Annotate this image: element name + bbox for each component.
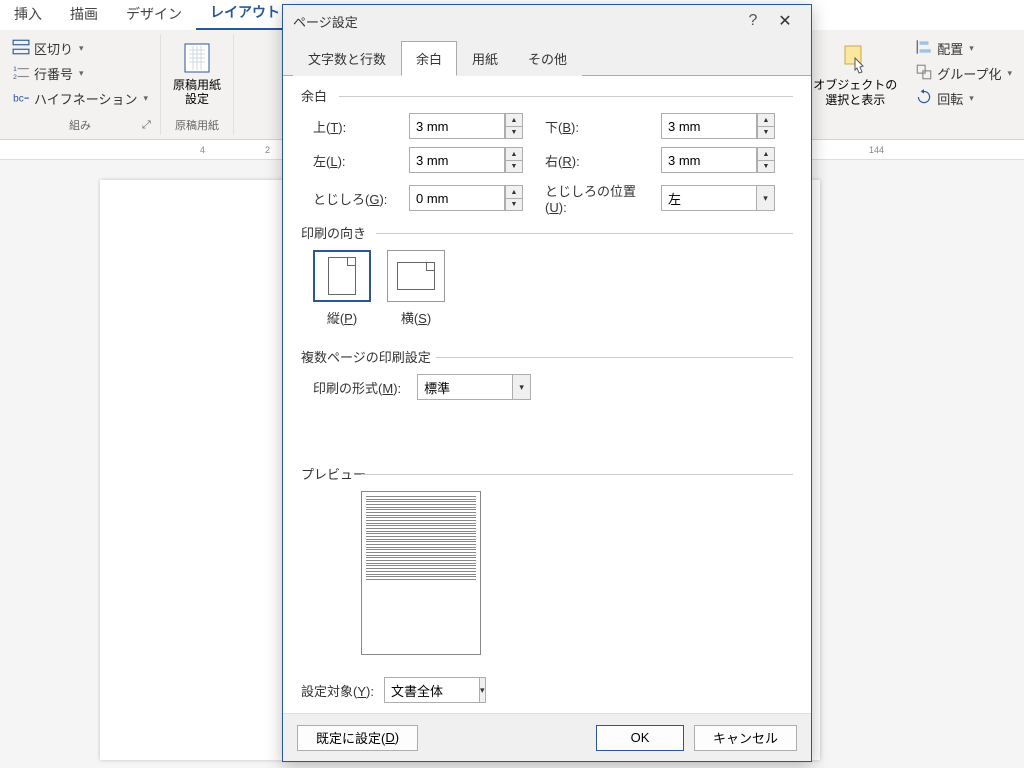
- margin-top-input[interactable]: [409, 113, 505, 139]
- breaks-button[interactable]: 区切り▾: [8, 36, 152, 61]
- tab-other[interactable]: その他: [513, 41, 582, 76]
- margin-left-label: 左(L):: [313, 151, 403, 170]
- hyphenation-icon: bc: [12, 88, 30, 109]
- margin-right-field[interactable]: ▲▼: [661, 147, 791, 173]
- chevron-down-icon[interactable]: ▾: [480, 677, 486, 703]
- align-icon: [915, 38, 933, 59]
- spin-up-icon[interactable]: ▲: [505, 147, 523, 160]
- gutter-pos-select[interactable]: ▾: [661, 185, 791, 211]
- margins-legend: 余白: [301, 86, 793, 105]
- line-numbers-button[interactable]: 12 行番号▾: [8, 61, 152, 86]
- page-setup-dialog: ページ設定 ? ✕ 文字数と行数 余白 用紙 その他 余白 上(T): ▲▼ 下…: [282, 4, 812, 762]
- gutter-pos-input[interactable]: [661, 185, 757, 211]
- dialog-content: 余白 上(T): ▲▼ 下(B): ▲▼ 左(L): ▲▼ 右(R):: [283, 76, 811, 713]
- margin-right-input[interactable]: [661, 147, 757, 173]
- dialog-tabs: 文字数と行数 余白 用紙 その他: [283, 37, 811, 76]
- svg-text:bc: bc: [13, 94, 24, 105]
- ribbon-group-label: 組み: [69, 115, 91, 133]
- apply-label: 設定対象(Y):: [301, 681, 374, 700]
- spin-down-icon[interactable]: ▼: [505, 160, 523, 173]
- ribbon-tab-draw[interactable]: 描画: [56, 0, 112, 30]
- rotate-icon: [915, 88, 933, 109]
- multipage-legend: 複数ページの印刷設定: [301, 347, 793, 366]
- rotate-button[interactable]: 回転▾: [911, 86, 1016, 111]
- apply-select[interactable]: ▾: [384, 677, 484, 703]
- tab-chars-lines[interactable]: 文字数と行数: [293, 41, 401, 76]
- chevron-down-icon[interactable]: ▾: [757, 185, 775, 211]
- dialog-title: ページ設定: [293, 12, 737, 31]
- tab-margins[interactable]: 余白: [401, 41, 457, 76]
- ribbon-group-arrange: オブジェクトの 選択と表示 配置▾ グループ化▾ 回転▾: [801, 34, 1024, 135]
- spin-down-icon[interactable]: ▼: [505, 198, 523, 211]
- close-button[interactable]: ✕: [769, 11, 801, 31]
- spin-up-icon[interactable]: ▲: [505, 185, 523, 198]
- dialog-launcher-icon[interactable]: ⤢: [142, 119, 156, 133]
- svg-text:2: 2: [13, 74, 17, 81]
- gutter-input[interactable]: [409, 185, 505, 211]
- ok-button[interactable]: OK: [596, 725, 684, 751]
- margin-bottom-label: 下(B):: [545, 117, 655, 136]
- chevron-down-icon: ▾: [969, 93, 974, 104]
- margin-top-field[interactable]: ▲▼: [409, 113, 539, 139]
- set-default-button[interactable]: 既定に設定(D): [297, 725, 418, 751]
- preview-box: [361, 491, 481, 655]
- chevron-down-icon: ▾: [143, 93, 148, 104]
- format-label: 印刷の形式(M):: [313, 378, 401, 397]
- margin-top-label: 上(T):: [313, 117, 403, 136]
- selection-pane-button[interactable]: オブジェクトの 選択と表示: [809, 36, 901, 111]
- ribbon-tab-layout[interactable]: レイアウト: [196, 0, 294, 30]
- dialog-footer: 既定に設定(D) OK キャンセル: [283, 713, 811, 761]
- gutter-pos-label: とじしろの位置(U):: [545, 181, 655, 215]
- ribbon-tab-insert[interactable]: 挿入: [0, 0, 56, 30]
- line-numbers-icon: 12: [12, 63, 30, 84]
- orientation-landscape[interactable]: 横(S): [387, 250, 445, 327]
- group-icon: [915, 63, 933, 84]
- manuscript-button[interactable]: 原稿用紙 設定: [169, 36, 225, 111]
- margin-bottom-field[interactable]: ▲▼: [661, 113, 791, 139]
- chevron-down-icon: ▾: [969, 43, 974, 54]
- gutter-label: とじしろ(G):: [313, 189, 403, 208]
- breaks-icon: [12, 38, 30, 59]
- spin-down-icon[interactable]: ▼: [505, 126, 523, 139]
- group-button[interactable]: グループ化▾: [911, 61, 1016, 86]
- margin-bottom-input[interactable]: [661, 113, 757, 139]
- preview-legend: プレビュー: [301, 464, 793, 483]
- chevron-down-icon: ▾: [79, 68, 84, 79]
- cancel-button[interactable]: キャンセル: [694, 725, 797, 751]
- spin-up-icon[interactable]: ▲: [505, 113, 523, 126]
- spin-down-icon[interactable]: ▼: [757, 126, 775, 139]
- format-input[interactable]: [417, 374, 513, 400]
- gutter-field[interactable]: ▲▼: [409, 185, 539, 211]
- orientation-portrait[interactable]: 縦(P): [313, 250, 371, 327]
- apply-input[interactable]: [384, 677, 480, 703]
- chevron-down-icon: ▾: [79, 43, 84, 54]
- svg-text:1: 1: [13, 66, 17, 73]
- tab-paper[interactable]: 用紙: [457, 41, 513, 76]
- chevron-down-icon: ▾: [1007, 68, 1012, 79]
- ribbon-group-label: 原稿用紙: [175, 115, 219, 133]
- dialog-titlebar[interactable]: ページ設定 ? ✕: [283, 5, 811, 37]
- format-select[interactable]: ▾: [417, 374, 587, 400]
- spin-up-icon[interactable]: ▲: [757, 147, 775, 160]
- help-button[interactable]: ?: [737, 12, 769, 30]
- chevron-down-icon[interactable]: ▾: [513, 374, 531, 400]
- margin-left-field[interactable]: ▲▼: [409, 147, 539, 173]
- margin-right-label: 右(R):: [545, 151, 655, 170]
- hyphenation-button[interactable]: bc ハイフネーション▾: [8, 86, 152, 111]
- ribbon-tab-design[interactable]: デザイン: [112, 0, 196, 30]
- orientation-legend: 印刷の向き: [301, 223, 793, 242]
- spin-up-icon[interactable]: ▲: [757, 113, 775, 126]
- margin-left-input[interactable]: [409, 147, 505, 173]
- ribbon-group-page-setup: 区切り▾ 12 行番号▾ bc ハイフネーション▾ 組み ⤢: [0, 34, 161, 135]
- spin-down-icon[interactable]: ▼: [757, 160, 775, 173]
- ribbon-group-manuscript: 原稿用紙 設定 原稿用紙: [161, 34, 234, 135]
- align-button[interactable]: 配置▾: [911, 36, 1016, 61]
